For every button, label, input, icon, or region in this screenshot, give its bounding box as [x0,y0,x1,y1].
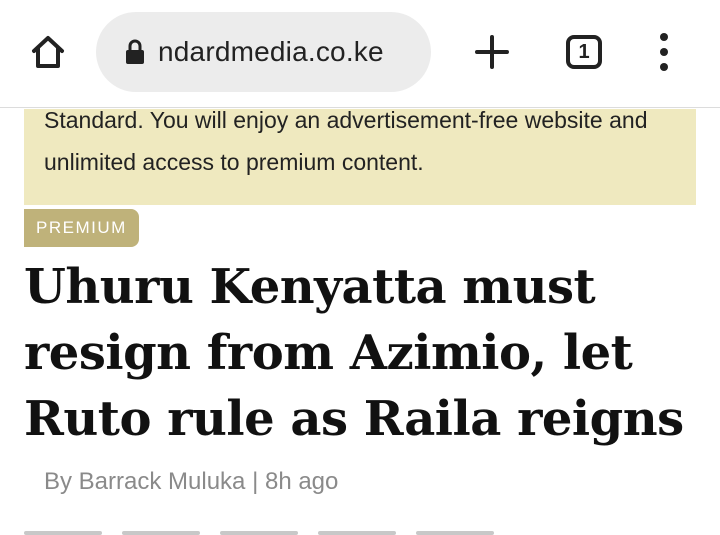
share-buttons-row [24,531,504,535]
tab-switcher-button[interactable]: 1 [560,28,608,76]
share-button-1[interactable] [24,531,102,535]
home-icon [32,36,64,68]
url-text[interactable]: ndardmedia.co.ke [158,36,384,68]
share-button-4[interactable] [318,531,396,535]
home-button[interactable] [20,24,76,80]
address-bar[interactable]: ndardmedia.co.ke [96,12,431,92]
more-vert-icon [660,33,668,41]
browser-toolbar: ndardmedia.co.ke 1 [0,0,720,108]
article-headline: Uhuru Kenyatta must resign from Azimio, … [24,259,684,447]
article-byline: By Barrack Muluka | 8h ago [44,468,339,495]
more-menu-button[interactable] [640,28,688,76]
lock-icon [124,39,146,65]
new-tab-button[interactable] [468,28,516,76]
share-button-3[interactable] [220,531,298,535]
subscription-notice: Standard. You will enjoy an advertisemen… [24,107,696,205]
premium-badge: PREMIUM [24,209,139,247]
notice-text: Standard. You will enjoy an advertisemen… [44,107,648,175]
share-button-5[interactable] [416,531,494,535]
tab-switcher-icon: 1 [566,35,602,69]
plus-icon [475,35,509,69]
share-button-2[interactable] [122,531,200,535]
premium-badge-label: PREMIUM [36,218,127,237]
tab-count: 1 [578,40,590,63]
